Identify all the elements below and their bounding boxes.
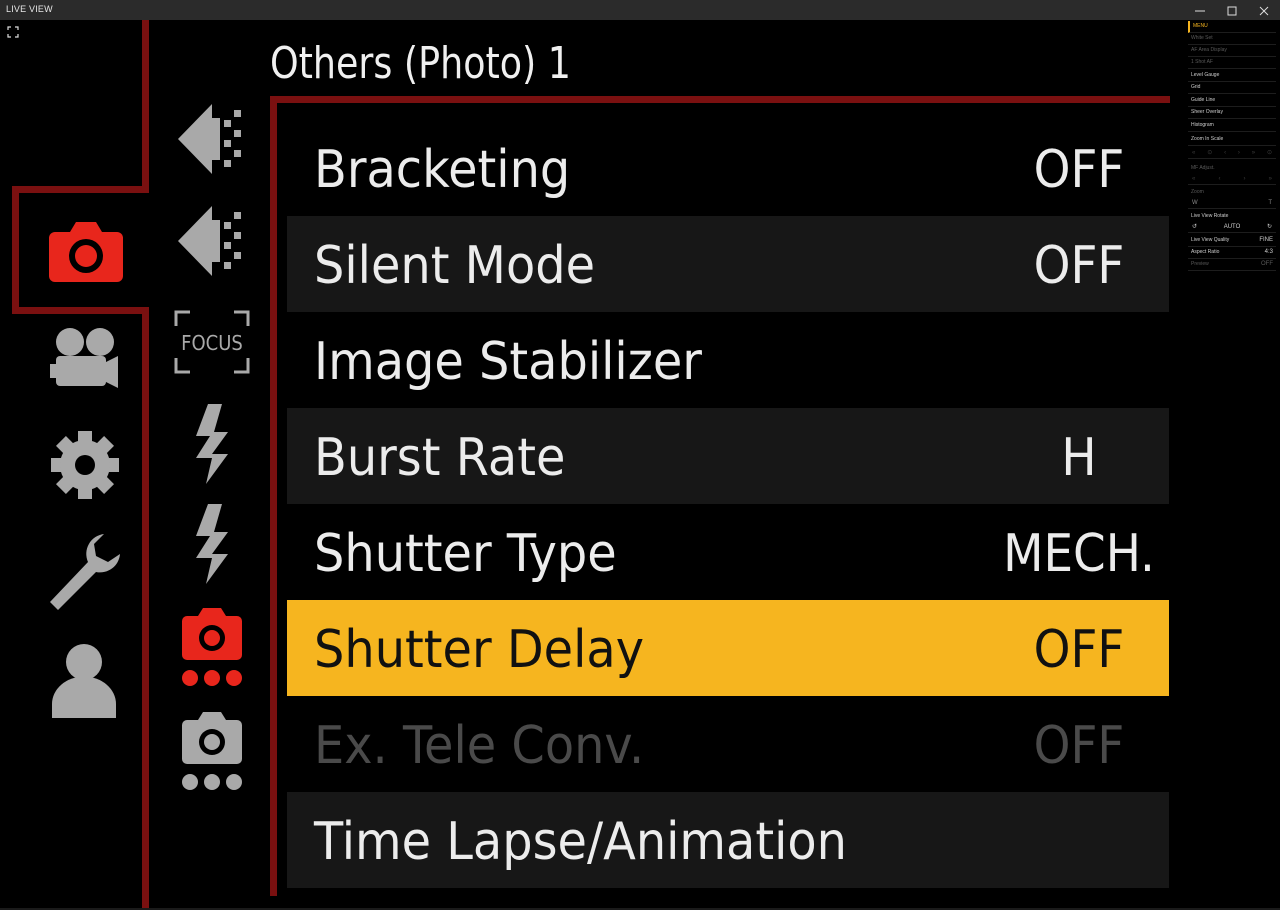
menu-item-time-lapse-animation[interactable]: Time Lapse/Animation bbox=[287, 792, 1169, 888]
menu-item-value: OFF bbox=[1033, 140, 1125, 200]
menu-item-silent-mode[interactable]: Silent Mode OFF bbox=[287, 216, 1169, 312]
prev-icon[interactable]: ‹ bbox=[1224, 147, 1226, 158]
zoom-tele-label: T bbox=[1268, 200, 1272, 206]
menu-item-label: Burst Rate bbox=[314, 428, 566, 488]
menu-item-label: Time Lapse/Animation bbox=[314, 812, 847, 872]
menu-item-shutter-type[interactable]: Shutter Type MECH. bbox=[287, 504, 1169, 600]
menu-item-label: Shutter Type bbox=[314, 524, 617, 584]
rotate-right-icon[interactable]: ↻ bbox=[1267, 221, 1272, 232]
menu-title: Others (Photo) 1 bbox=[270, 38, 571, 89]
video-camera-icon[interactable] bbox=[50, 326, 120, 394]
preview-value: OFF bbox=[1261, 261, 1273, 267]
panel-level-gauge[interactable]: Level Gauge bbox=[1188, 70, 1276, 82]
menu-item-value: MECH. bbox=[1003, 524, 1155, 584]
panel-live-view-quality[interactable]: Live View Quality FINE bbox=[1188, 235, 1276, 247]
skip-forward-icon[interactable]: » bbox=[1252, 147, 1255, 158]
panel-grid[interactable]: Grid bbox=[1188, 82, 1276, 94]
flash-2-icon[interactable] bbox=[188, 502, 236, 586]
menu-item-label: Shutter Delay bbox=[314, 620, 645, 680]
rotate-auto-button[interactable]: AUTO bbox=[1224, 221, 1241, 232]
focus-icon[interactable]: FOCUS bbox=[174, 310, 250, 374]
panel-rotate-controls[interactable]: ↺ AUTO ↻ bbox=[1188, 221, 1276, 233]
live-view-quality-label: Live View Quality bbox=[1191, 237, 1230, 243]
live-view-area: FOCUS Others (Photo) 1 Bracketing OFF Si… bbox=[0, 20, 1184, 908]
category-frame-line bbox=[142, 307, 149, 908]
panel-one-shot-af[interactable]: 1 Shot AF bbox=[1188, 57, 1276, 69]
next-icon[interactable]: › bbox=[1238, 147, 1240, 158]
panel-af-area-display[interactable]: AF Area Display bbox=[1188, 45, 1276, 57]
menu-item-value: OFF bbox=[1033, 620, 1125, 680]
skip-back-icon[interactable]: « bbox=[1192, 147, 1195, 158]
category-frame-line bbox=[12, 307, 149, 314]
minimize-button[interactable] bbox=[1184, 0, 1216, 20]
zoom-wide-label: W bbox=[1192, 200, 1198, 206]
menu-item-value: H bbox=[1061, 428, 1097, 488]
aspect-ratio-value: 4:3 bbox=[1264, 249, 1273, 255]
mf-right-icon[interactable]: › bbox=[1244, 173, 1246, 184]
menu-item-label: Image Stabilizer bbox=[314, 332, 702, 392]
panel-zoom-in-scale[interactable]: Zoom In Scale bbox=[1188, 134, 1276, 146]
fullscreen-icon[interactable] bbox=[7, 26, 19, 38]
mf-left-icon[interactable]: ‹ bbox=[1218, 173, 1220, 184]
mf-far-left-icon[interactable]: « bbox=[1192, 173, 1195, 184]
menu-item-image-stabilizer[interactable]: Image Stabilizer bbox=[287, 312, 1169, 408]
category-frame-line bbox=[142, 20, 149, 192]
photo-quality-icon[interactable] bbox=[176, 102, 248, 176]
menu-item-label: Silent Mode bbox=[314, 236, 596, 296]
window-title-bar: LIVE VIEW bbox=[0, 0, 1280, 20]
panel-guide-line[interactable]: Guide Line bbox=[1188, 95, 1276, 107]
gear-icon[interactable] bbox=[50, 430, 120, 500]
side-control-panel: MENU White Set AF Area Display 1 Shot AF… bbox=[1184, 20, 1280, 908]
panel-preview[interactable]: Preview OFF bbox=[1188, 259, 1276, 271]
panel-histogram[interactable]: Histogram bbox=[1188, 120, 1276, 132]
menu-item-shutter-delay[interactable]: Shutter Delay OFF bbox=[287, 600, 1169, 696]
preview-label: Preview bbox=[1191, 261, 1209, 267]
menu-item-label: Ex. Tele Conv. bbox=[314, 716, 645, 776]
panel-white-set[interactable]: White Set bbox=[1188, 33, 1276, 45]
camera-icon[interactable] bbox=[48, 220, 124, 284]
others-photo-2-icon[interactable] bbox=[180, 710, 244, 792]
live-view-quality-value: FINE bbox=[1259, 237, 1273, 243]
zoom-2-icon[interactable]: ⊙ bbox=[1267, 147, 1272, 158]
zoom-icon[interactable]: ⊙ bbox=[1207, 147, 1212, 158]
maximize-icon bbox=[1227, 6, 1237, 15]
minimize-icon bbox=[1195, 10, 1205, 11]
aspect-ratio-label: Aspect Ratio bbox=[1191, 249, 1220, 255]
close-icon bbox=[1259, 6, 1269, 15]
photo-quality-2-icon[interactable] bbox=[176, 204, 248, 278]
user-icon[interactable] bbox=[50, 642, 118, 718]
rotate-left-icon[interactable]: ↺ bbox=[1192, 221, 1197, 232]
panel-aspect-ratio[interactable]: Aspect Ratio 4:3 bbox=[1188, 247, 1276, 259]
flash-icon[interactable] bbox=[188, 402, 236, 486]
close-button[interactable] bbox=[1248, 0, 1280, 20]
panel-zoom-controls[interactable]: « ⊙ ‹ › » ⊙ bbox=[1188, 147, 1276, 159]
wrench-icon[interactable] bbox=[46, 532, 122, 614]
menu-item-burst-rate[interactable]: Burst Rate H bbox=[287, 408, 1169, 504]
panel-mf-controls[interactable]: « ‹ › » bbox=[1188, 173, 1276, 185]
panel-menu-button[interactable]: MENU bbox=[1188, 21, 1276, 33]
menu-item-ex-tele-conv: Ex. Tele Conv. OFF bbox=[287, 696, 1169, 792]
category-frame-line bbox=[12, 186, 149, 193]
window-title: LIVE VIEW bbox=[6, 4, 53, 14]
category-frame-line bbox=[12, 186, 19, 314]
focus-icon-label: FOCUS bbox=[181, 331, 243, 355]
mf-far-right-icon[interactable]: » bbox=[1269, 173, 1272, 184]
panel-zoom-slider[interactable]: WT bbox=[1188, 197, 1276, 209]
menu-item-value: OFF bbox=[1033, 716, 1125, 776]
menu-item-value: OFF bbox=[1033, 236, 1125, 296]
others-photo-1-icon[interactable] bbox=[180, 606, 244, 688]
panel-sheer-overlay[interactable]: Sheer Overlay bbox=[1188, 107, 1276, 119]
maximize-button[interactable] bbox=[1216, 0, 1248, 20]
menu-frame-line bbox=[270, 96, 1170, 103]
menu-item-label: Bracketing bbox=[314, 140, 571, 200]
menu-frame-line bbox=[270, 96, 277, 896]
menu-item-bracketing[interactable]: Bracketing OFF bbox=[287, 120, 1169, 216]
